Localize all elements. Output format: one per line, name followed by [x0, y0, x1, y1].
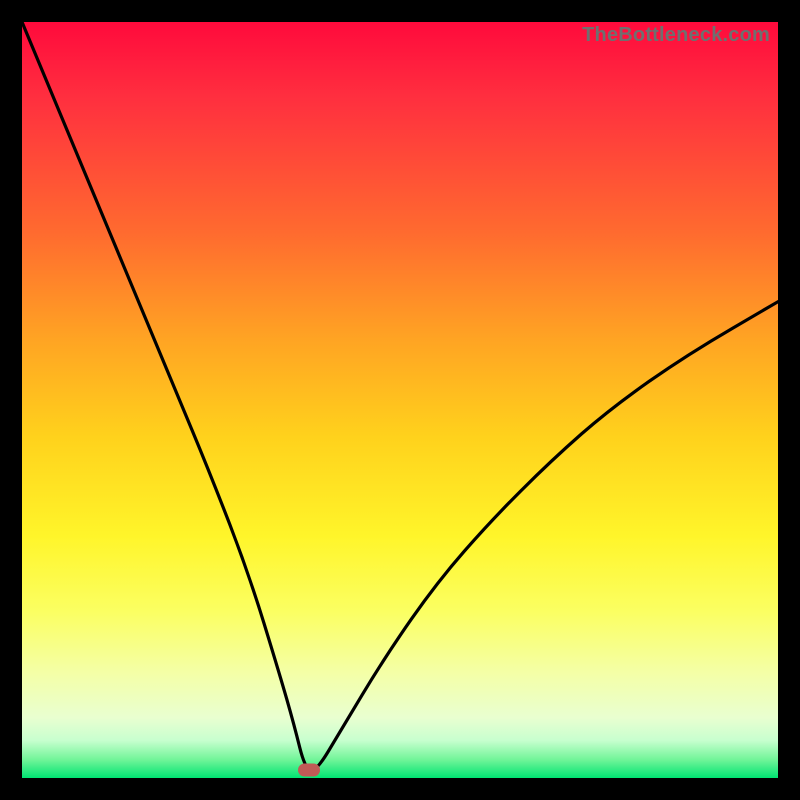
plot-area: TheBottleneck.com — [22, 22, 778, 778]
chart-frame: TheBottleneck.com — [0, 0, 800, 800]
curve-path — [22, 22, 778, 770]
optimal-marker — [298, 764, 320, 777]
bottleneck-curve — [22, 22, 778, 778]
